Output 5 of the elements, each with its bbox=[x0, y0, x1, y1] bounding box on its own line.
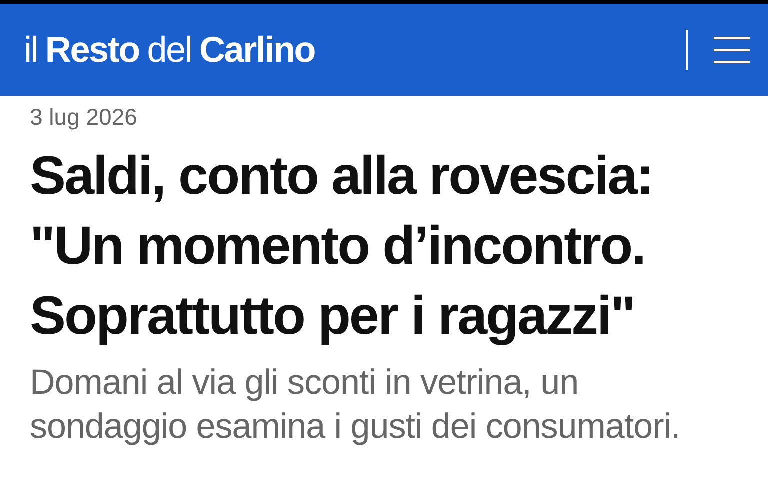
site-logo[interactable]: il Resto del Carlino bbox=[24, 29, 316, 71]
article-headline: Saldi, conto alla rovescia: "Un momento d’incontro. Soprattutto per i ragazzi" bbox=[30, 145, 654, 348]
article-date: 3 lug 2026 bbox=[30, 104, 138, 131]
menu-icon[interactable] bbox=[714, 35, 750, 65]
article-subtitle: Domani al via gli sconti in vetrina, un sondaggio esamina i gusti dei consumatori. bbox=[30, 362, 682, 448]
